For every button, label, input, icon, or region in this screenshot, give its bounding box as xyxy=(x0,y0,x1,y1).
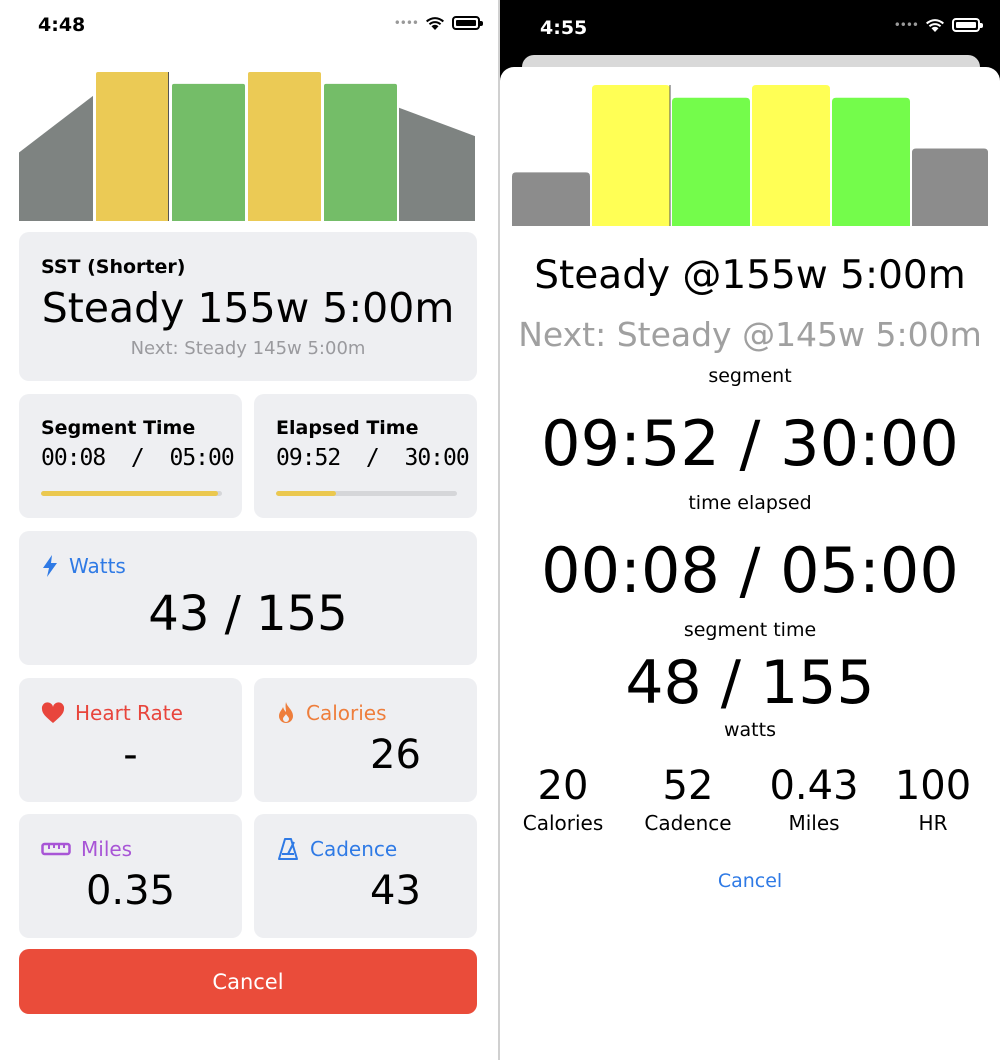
segment-time-value: 00:08 / 05:00 xyxy=(541,534,959,607)
elapsed-progress-bar xyxy=(276,491,457,496)
chart-segment-bar xyxy=(672,97,750,226)
left-phone-screen: 4:48 •••• SST (Shorter) Steady 155w 5:00… xyxy=(0,0,500,1060)
chart-segment-bar xyxy=(592,85,670,226)
chart-segment-bar xyxy=(399,107,475,221)
next-segment: Next: Steady @145w 5:00m xyxy=(518,315,982,354)
elapsed-time-caption: time elapsed xyxy=(688,492,812,514)
chart-segment-bar xyxy=(248,72,321,221)
watts-card: Watts 43 / 155 xyxy=(19,531,477,665)
status-bar-time: 4:48 xyxy=(38,14,86,36)
chart-segment-bar xyxy=(512,172,590,226)
miles-label: Miles xyxy=(788,811,840,835)
miles-value: 0.43 xyxy=(769,763,859,809)
segment-progress-bar xyxy=(41,491,222,496)
cancel-link[interactable]: Cancel xyxy=(500,870,1000,892)
heart-rate-value: - xyxy=(123,732,138,778)
status-bar-time: 4:55 xyxy=(540,17,588,39)
cadence-card: Cadence 43 xyxy=(254,814,477,938)
status-bar-icons: •••• xyxy=(893,17,983,33)
signal-icon: •••• xyxy=(393,16,419,30)
chart-segment-bar xyxy=(912,148,988,226)
segment-caption: segment xyxy=(708,365,792,387)
elapsed-time-label: Elapsed Time xyxy=(276,417,419,439)
segment-time-card: Segment Time 00:08 / 05:00 xyxy=(19,394,242,518)
chart-segment-bar xyxy=(832,97,910,226)
chart-segment-bar xyxy=(96,72,169,221)
battery-icon xyxy=(452,16,483,30)
segment-time-label: Segment Time xyxy=(41,417,196,439)
watts-value: 43 / 155 xyxy=(148,586,348,642)
next-segment: Next: Steady 145w 5:00m xyxy=(130,338,366,359)
chart-segment-bar xyxy=(172,83,245,221)
watts-value: 48 / 155 xyxy=(625,648,875,718)
current-segment: Steady 155w 5:00m xyxy=(41,284,455,332)
workout-sheet: Steady @155w 5:00m Next: Steady @145w 5:… xyxy=(500,67,1000,1060)
cadence-stat: 52 Cadence xyxy=(628,763,748,835)
cadence-label: Cadence xyxy=(310,837,398,861)
wifi-icon xyxy=(426,17,444,30)
status-bar-icons: •••• xyxy=(393,15,483,31)
metronome-icon xyxy=(278,838,298,860)
workout-profile-chart xyxy=(512,85,988,226)
cadence-value: 43 xyxy=(370,868,421,914)
current-segment: Steady @155w 5:00m xyxy=(534,253,966,298)
heart-rate-label: Heart Rate xyxy=(75,701,183,725)
heart-rate-value: 100 xyxy=(894,763,972,809)
elapsed-time-value: 09:52 / 30:00 xyxy=(541,407,959,480)
chart-segment-bar xyxy=(752,85,830,226)
heart-rate-card: Heart Rate - xyxy=(19,678,242,802)
calories-label: Calories xyxy=(306,701,387,725)
calories-card: Calories 26 xyxy=(254,678,477,802)
heart-rate-label: HR xyxy=(918,811,948,835)
calories-stat: 20 Calories xyxy=(503,763,623,835)
calories-label: Calories xyxy=(522,811,604,835)
calories-value: 26 xyxy=(370,732,421,778)
flame-icon xyxy=(279,702,293,723)
calories-value: 20 xyxy=(537,763,589,809)
cancel-button[interactable]: Cancel xyxy=(19,949,477,1014)
watts-caption: watts xyxy=(724,719,776,741)
right-phone-screen: 4:55 •••• Steady @155w 5:00m Next: Stead… xyxy=(500,0,1000,1060)
elapsed-time-card: Elapsed Time 09:52 / 30:00 xyxy=(254,394,477,518)
wifi-icon xyxy=(926,19,944,32)
workout-name: SST (Shorter) xyxy=(41,256,186,278)
watts-label: Watts xyxy=(69,554,126,578)
miles-card: Miles 0.35 xyxy=(19,814,242,938)
segment-time-caption: segment time xyxy=(683,619,817,641)
battery-icon xyxy=(952,18,983,32)
miles-stat: 0.43 Miles xyxy=(754,763,874,835)
signal-icon: •••• xyxy=(893,18,919,32)
workout-card: SST (Shorter) Steady 155w 5:00m Next: St… xyxy=(19,232,477,381)
cadence-value: 52 xyxy=(662,763,714,809)
heart-icon xyxy=(41,702,65,723)
miles-value: 0.35 xyxy=(85,868,176,914)
chart-segment-bar xyxy=(324,83,397,221)
miles-label: Miles xyxy=(81,837,133,861)
elapsed-time-value: 09:52 / 30:00 xyxy=(276,445,470,471)
ruler-icon xyxy=(41,842,71,856)
bolt-icon xyxy=(43,555,57,577)
workout-profile-chart xyxy=(19,72,475,221)
segment-time-value: 00:08 / 05:00 xyxy=(41,445,235,471)
cadence-label: Cadence xyxy=(644,811,732,835)
chart-segment-bar xyxy=(19,95,93,221)
heart-rate-stat: 100 HR xyxy=(873,763,993,835)
